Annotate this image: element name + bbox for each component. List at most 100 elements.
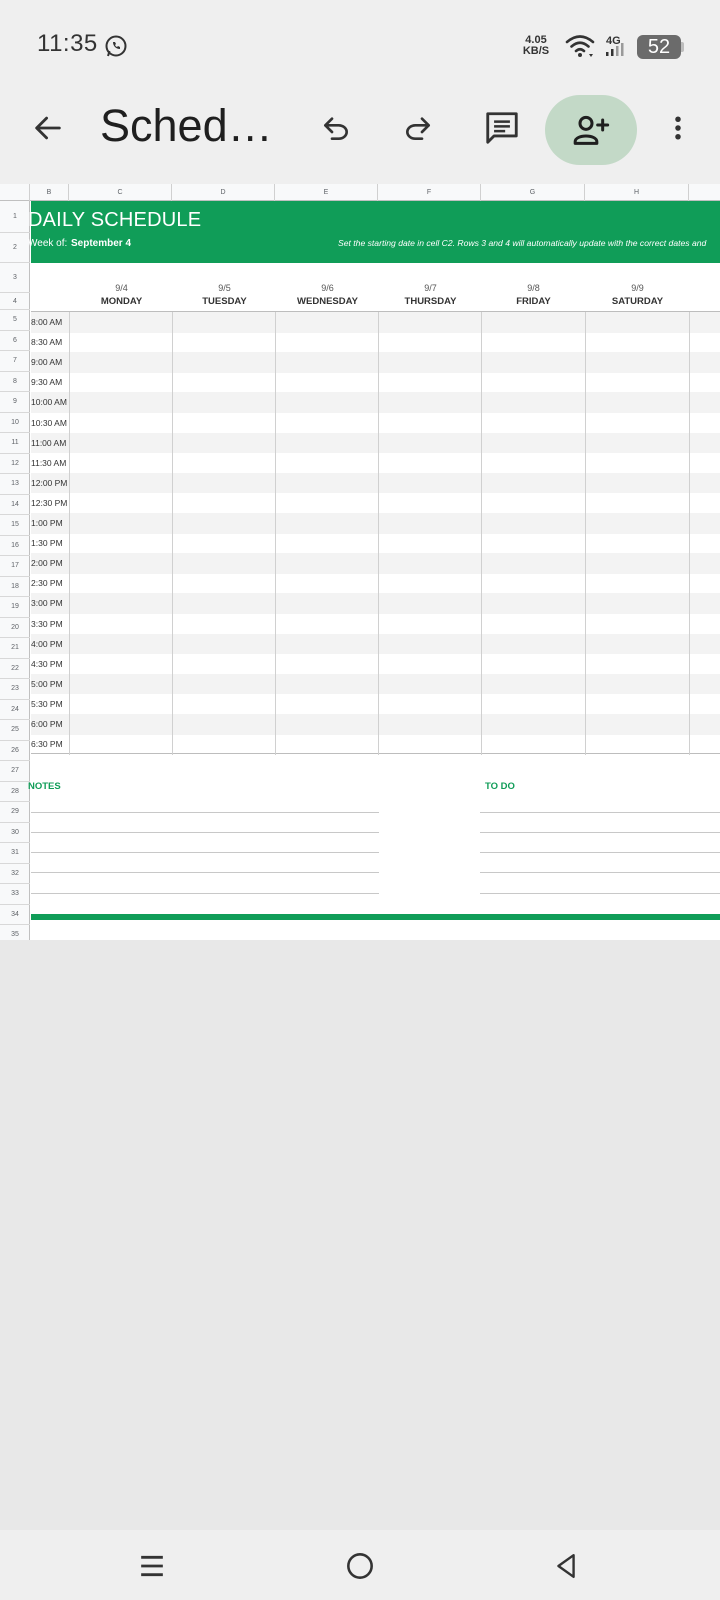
- row-header-cell[interactable]: 34: [0, 905, 30, 925]
- time-slot-row[interactable]: 9:30 AM: [31, 372, 720, 393]
- row-header-cell[interactable]: 33: [0, 884, 30, 905]
- day-column-header[interactable]: 9/5 TUESDAY: [173, 280, 276, 307]
- day-column-header[interactable]: 9/6 WEDNESDAY: [276, 280, 379, 307]
- back-button[interactable]: [24, 104, 72, 152]
- time-slot-row[interactable]: 1:30 PM: [31, 533, 720, 554]
- column-header-next[interactable]: [689, 184, 720, 201]
- row-header-cell[interactable]: 29: [0, 802, 30, 823]
- comment-button[interactable]: [478, 104, 526, 152]
- row-header-cell[interactable]: 35: [0, 925, 30, 940]
- row-header-cell[interactable]: 14: [0, 495, 30, 515]
- time-slot-row[interactable]: 12:00 PM: [31, 472, 720, 494]
- time-slot-row[interactable]: 10:30 AM: [31, 413, 720, 434]
- todo-label[interactable]: TO DO: [485, 781, 515, 792]
- time-slot-row[interactable]: 2:30 PM: [31, 573, 720, 594]
- time-slot-row[interactable]: 2:00 PM: [31, 553, 720, 574]
- notes-label[interactable]: NOTES: [28, 781, 61, 792]
- time-slot-row[interactable]: 9:00 AM: [31, 352, 720, 373]
- more-options-button[interactable]: [654, 104, 702, 152]
- row-header-cell[interactable]: 2: [0, 233, 30, 263]
- time-slot-row[interactable]: 11:30 AM: [31, 453, 720, 474]
- day-date: 9/6: [321, 283, 334, 293]
- time-slot-row[interactable]: 10:00 AM: [31, 392, 720, 413]
- row-header-cell[interactable]: 12: [0, 454, 30, 474]
- time-slot-row[interactable]: 3:30 PM: [31, 614, 720, 635]
- undo-button[interactable]: [312, 104, 360, 152]
- entry-line: [31, 812, 379, 813]
- row-header-cell[interactable]: 1: [0, 201, 30, 233]
- row-header-cell[interactable]: 17: [0, 556, 30, 577]
- wifi-icon: [565, 35, 595, 57]
- column-header-c[interactable]: C: [69, 184, 172, 201]
- time-slot-row[interactable]: 8:30 AM: [31, 332, 720, 353]
- redo-icon: [406, 117, 430, 140]
- day-column-header[interactable]: 9/7 THURSDAY: [379, 280, 482, 307]
- row-header-cell[interactable]: 6: [0, 331, 30, 351]
- spreadsheet-grid[interactable]: B C D E F G H 1 2 3 4 5 6 7 8 9 10 11 12 13 14 15 16 17 1…: [0, 184, 720, 940]
- row-header-cell[interactable]: 18: [0, 577, 30, 597]
- column-header-h[interactable]: H: [585, 184, 689, 201]
- day-column-header[interactable]: 9/9 SATURDAY: [586, 280, 689, 307]
- row-header-cell[interactable]: 20: [0, 618, 30, 638]
- row-header-cell[interactable]: 8: [0, 372, 30, 392]
- time-slot-row[interactable]: 3:00 PM: [31, 593, 720, 614]
- time-slot-row[interactable]: 4:30 PM: [31, 654, 720, 675]
- share-button[interactable]: [545, 95, 637, 165]
- column-header-b[interactable]: B: [30, 184, 69, 201]
- row-header-cell[interactable]: 21: [0, 638, 30, 659]
- schedule-time-grid[interactable]: 8:00 AM 8:30 AM 9:00 AM 9:30 AM 10:00 AM 10:3…: [31, 311, 720, 755]
- back-nav-button[interactable]: [546, 1546, 586, 1586]
- day-column-header[interactable]: 9/4 MONDAY: [70, 280, 173, 307]
- time-slot-row[interactable]: 6:00 PM: [31, 714, 720, 735]
- time-slot-row[interactable]: 5:00 PM: [31, 673, 720, 695]
- day-column-header[interactable]: 9/8 FRIDAY: [482, 280, 585, 307]
- signal-icon: [606, 43, 624, 56]
- time-slot-row[interactable]: 6:30 PM: [31, 734, 720, 755]
- entry-line: [31, 893, 379, 894]
- row-header-cell[interactable]: 24: [0, 700, 30, 720]
- row-header-cell[interactable]: 26: [0, 741, 30, 761]
- row-header-cell[interactable]: 22: [0, 659, 30, 679]
- row-header-cell[interactable]: 32: [0, 864, 30, 884]
- row-header-cell[interactable]: 10: [0, 413, 30, 433]
- time-label: 6:30 PM: [31, 739, 63, 750]
- row-header-cell[interactable]: 11: [0, 433, 30, 454]
- row-header-cell[interactable]: 13: [0, 474, 30, 495]
- instruction-note[interactable]: Set the starting date in cell C2. Rows 3…: [338, 238, 706, 248]
- row-header-cell[interactable]: 4: [0, 293, 30, 310]
- week-label[interactable]: Week of:: [28, 238, 67, 249]
- time-slot-row[interactable]: 11:00 AM: [31, 432, 720, 454]
- row-header-cell[interactable]: 16: [0, 536, 30, 556]
- row-header-cell[interactable]: 28: [0, 782, 30, 802]
- select-all-corner[interactable]: [0, 184, 30, 201]
- time-slot-row[interactable]: 5:30 PM: [31, 694, 720, 715]
- row-header-cell[interactable]: 19: [0, 597, 30, 618]
- row-header-cell[interactable]: 9: [0, 392, 30, 413]
- column-header-f[interactable]: F: [378, 184, 481, 201]
- document-title[interactable]: Sched…: [100, 100, 273, 152]
- week-value[interactable]: September 4: [71, 238, 131, 249]
- recents-button[interactable]: [132, 1546, 172, 1586]
- time-slot-row[interactable]: 1:00 PM: [31, 513, 720, 534]
- time-slot-row[interactable]: 4:00 PM: [31, 633, 720, 655]
- row-header-cell[interactable]: 5: [0, 310, 30, 331]
- row-header-cell[interactable]: 23: [0, 679, 30, 700]
- time-slot-row[interactable]: 8:00 AM: [31, 312, 720, 333]
- home-button[interactable]: [340, 1546, 380, 1586]
- schedule-title[interactable]: DAILY SCHEDULE: [28, 209, 201, 232]
- row-header-cell[interactable]: 15: [0, 515, 30, 536]
- column-header-d[interactable]: D: [172, 184, 275, 201]
- column-header-g[interactable]: G: [481, 184, 585, 201]
- row-header-cell[interactable]: 25: [0, 720, 30, 741]
- column-header-e[interactable]: E: [275, 184, 378, 201]
- row-header-cell[interactable]: 30: [0, 823, 30, 843]
- day-name: SATURDAY: [611, 296, 664, 307]
- entry-line: [480, 812, 720, 813]
- row-header-cell[interactable]: 31: [0, 843, 30, 864]
- row-header-cell[interactable]: 7: [0, 351, 30, 372]
- row-header-cell[interactable]: 3: [0, 263, 30, 293]
- redo-button[interactable]: [394, 104, 442, 152]
- time-label: 3:00 PM: [31, 598, 63, 609]
- time-slot-row[interactable]: 12:30 PM: [31, 493, 720, 514]
- row-header-cell[interactable]: 27: [0, 761, 30, 782]
